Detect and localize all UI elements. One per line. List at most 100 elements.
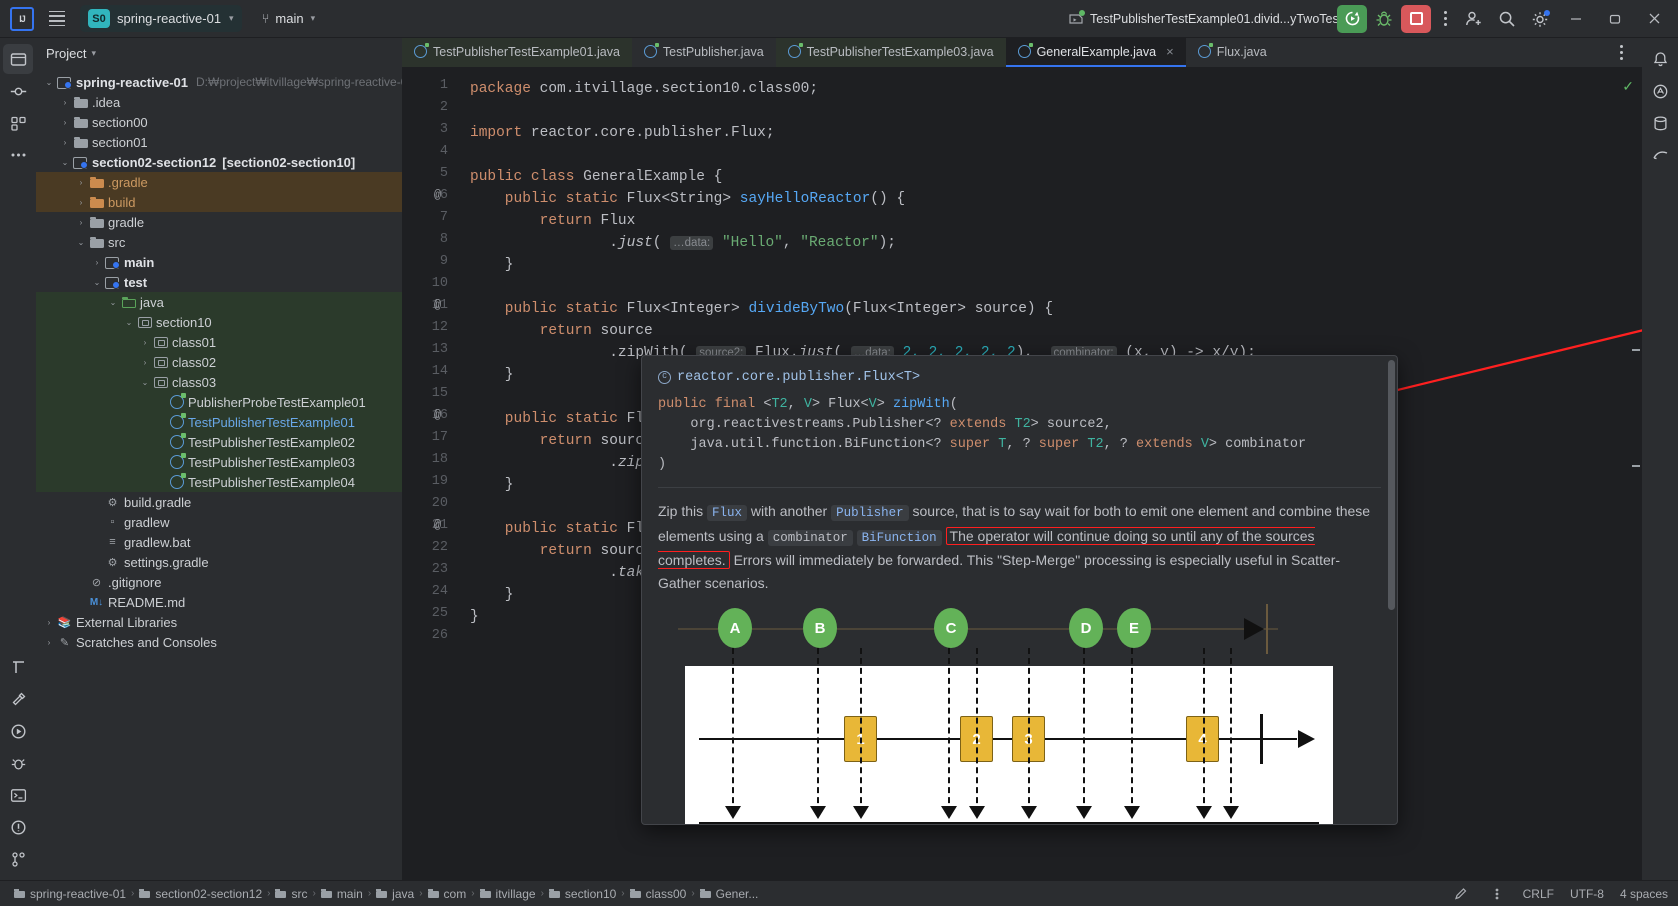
editor-tab-testpublishertestexample01[interactable]: TestPublisherTestExample01.java — [402, 38, 632, 67]
tree-expander-icon[interactable]: ⌄ — [90, 278, 104, 287]
branch-selector[interactable]: ⑂ main ▾ — [254, 7, 324, 30]
tree-item-section02-section12[interactable]: ⌄ section02-section12 [section02-section10… — [36, 152, 402, 172]
tree-item--idea[interactable]: › .idea — [36, 92, 402, 112]
tree-expander-icon[interactable]: › — [58, 138, 72, 147]
close-icon[interactable]: × — [1166, 44, 1174, 59]
tree-item-class02[interactable]: › class02 — [36, 352, 402, 372]
tree-expander-icon[interactable]: ⌄ — [42, 78, 56, 87]
tree-item-testpublishertestexample03[interactable]: TestPublisherTestExample03 — [36, 452, 402, 472]
gutter-annotation-icon[interactable]: @ — [434, 298, 441, 312]
debug-button[interactable] — [1370, 5, 1398, 33]
rail-notifications-icon[interactable] — [1645, 44, 1675, 74]
tree-item-settings-gradle[interactable]: ⚙ settings.gradle — [36, 552, 402, 572]
tree-item-build[interactable]: › build — [36, 192, 402, 212]
editor-tab-testpublisher[interactable]: TestPublisher.java — [631, 38, 776, 67]
tree-item--gitignore[interactable]: ⊘ .gitignore — [36, 572, 402, 592]
stop-button[interactable] — [1401, 4, 1431, 33]
minimize-button[interactable] — [1558, 4, 1594, 34]
editor-tab-flux[interactable]: Flux.java — [1185, 38, 1279, 67]
breadcrumb-item-section02-section12[interactable]: section02-section12 — [135, 887, 266, 901]
rail-terminal-icon[interactable] — [3, 780, 33, 810]
tree-item-gradlew[interactable]: ▫ gradlew — [36, 512, 402, 532]
tree-item-section00[interactable]: › section00 — [36, 112, 402, 132]
rail-gradle-icon[interactable] — [1645, 140, 1675, 170]
rail-more-icon[interactable] — [3, 140, 33, 170]
breadcrumb-item-com[interactable]: com — [424, 887, 471, 901]
tree-item-readme-md[interactable]: M↓ README.md — [36, 592, 402, 612]
rail-run-icon[interactable] — [3, 716, 33, 746]
tree-expander-icon[interactable]: › — [74, 198, 88, 207]
line-separator[interactable]: CRLF — [1523, 887, 1554, 901]
run-button[interactable] — [1337, 4, 1367, 33]
rail-problems-icon[interactable] — [3, 812, 33, 842]
tree-expander-icon[interactable]: ⌄ — [122, 318, 136, 327]
run-configuration-selector[interactable]: TestPublisherTestExample01.divid...yTwoT… — [1060, 8, 1354, 30]
rail-project-icon[interactable] — [3, 44, 33, 74]
settings-icon[interactable] — [1525, 5, 1555, 33]
tree-expander-icon[interactable]: ⌄ — [74, 238, 88, 247]
edit-icon[interactable] — [1451, 884, 1471, 904]
tree-item-external-libraries[interactable]: › 📚 External Libraries — [36, 612, 402, 632]
breadcrumb-item-gener-[interactable]: Gener... — [696, 887, 763, 901]
breadcrumb-item-itvillage[interactable]: itvillage — [476, 887, 540, 901]
editor-tab-bar[interactable]: TestPublisherTestExample01.java TestPubli… — [402, 38, 1642, 68]
tree-expander-icon[interactable]: ⌄ — [58, 158, 72, 167]
rail-ai-icon[interactable] — [1645, 76, 1675, 106]
tree-item-main[interactable]: › main — [36, 252, 402, 272]
rail-database-icon[interactable] — [1645, 108, 1675, 138]
rail-find-icon[interactable] — [3, 652, 33, 682]
rail-build-icon[interactable] — [3, 684, 33, 714]
tree-expander-icon[interactable]: › — [74, 218, 88, 227]
doc-scrollbar[interactable] — [1388, 360, 1395, 800]
breadcrumb-item-spring-reactive-01[interactable]: spring-reactive-01 — [10, 887, 130, 901]
gutter-annotation-icon[interactable]: @ — [434, 188, 441, 202]
tree-item-section10[interactable]: ⌄ section10 — [36, 312, 402, 332]
chevron-down-icon[interactable]: ▾ — [91, 48, 96, 59]
tree-expander-icon[interactable]: › — [74, 178, 88, 187]
tree-item-gradlew-bat[interactable]: ≡ gradlew.bat — [36, 532, 402, 552]
tree-expander-icon[interactable]: › — [42, 618, 56, 627]
gutter-annotation-icon[interactable]: @ — [434, 518, 441, 532]
editor-tab-generalexample[interactable]: GeneralExample.java × — [1005, 38, 1186, 67]
breadcrumb-item-class00[interactable]: class00 — [626, 887, 691, 901]
project-tree[interactable]: ⌄ spring-reactive-01 D:₩project₩itvillage₩… — [36, 68, 402, 880]
tree-expander-icon[interactable]: › — [58, 98, 72, 107]
tree-expander-icon[interactable]: ⌄ — [106, 298, 120, 307]
breadcrumb-item-java[interactable]: java — [372, 887, 418, 901]
tree-expander-icon[interactable]: › — [138, 338, 152, 347]
tree-expander-icon[interactable]: › — [58, 118, 72, 127]
tree-item-src[interactable]: ⌄ src — [36, 232, 402, 252]
rail-commit-icon[interactable] — [3, 76, 33, 106]
breadcrumb[interactable]: spring-reactive-01 › section02-section12 › s… — [10, 887, 762, 901]
breadcrumb-item-main[interactable]: main — [317, 887, 367, 901]
tree-item-build-gradle[interactable]: ⚙ build.gradle — [36, 492, 402, 512]
tree-expander-icon[interactable]: › — [90, 258, 104, 267]
rail-debug-icon[interactable] — [3, 748, 33, 778]
breadcrumb-item-section10[interactable]: section10 — [545, 887, 620, 901]
tree-item-class03[interactable]: ⌄ class03 — [36, 372, 402, 392]
editor-tabs-more-icon[interactable] — [1600, 38, 1642, 67]
breadcrumb-item-src[interactable]: src — [271, 887, 311, 901]
tree-item-testpublishertestexample04[interactable]: TestPublisherTestExample04 — [36, 472, 402, 492]
tree-item-java[interactable]: ⌄ java — [36, 292, 402, 312]
gutter-annotation-icon[interactable]: @ — [434, 408, 441, 422]
doc-scrollbar-thumb[interactable] — [1388, 360, 1395, 610]
tree-item-publisherprobetestexample01[interactable]: PublisherProbeTestExample01 — [36, 392, 402, 412]
more-actions-icon[interactable] — [1434, 6, 1456, 32]
file-encoding[interactable]: UTF-8 — [1570, 887, 1604, 901]
tree-item--gradle[interactable]: › .gradle — [36, 172, 402, 192]
tree-item-testpublishertestexample01[interactable]: TestPublisherTestExample01 — [36, 412, 402, 432]
status-more-icon[interactable] — [1487, 884, 1507, 904]
tree-item-section01[interactable]: › section01 — [36, 132, 402, 152]
rail-structure-icon[interactable] — [3, 108, 33, 138]
close-button[interactable] — [1636, 4, 1672, 34]
tree-item-testpublishertestexample02[interactable]: TestPublisherTestExample02 — [36, 432, 402, 452]
tree-item-scratches-and-consoles[interactable]: › ✎ Scratches and Consoles — [36, 632, 402, 652]
indent-setting[interactable]: 4 spaces — [1620, 887, 1668, 901]
add-user-icon[interactable] — [1459, 5, 1489, 33]
tree-item-spring-reactive-01[interactable]: ⌄ spring-reactive-01 D:₩project₩itvillage₩… — [36, 72, 402, 92]
editor-tab-testpublishertestexample03[interactable]: TestPublisherTestExample03.java — [775, 38, 1006, 67]
editor-marker-column[interactable]: ✓ — [1622, 68, 1642, 880]
tree-item-test[interactable]: ⌄ test — [36, 272, 402, 292]
tree-item-gradle[interactable]: › gradle — [36, 212, 402, 232]
